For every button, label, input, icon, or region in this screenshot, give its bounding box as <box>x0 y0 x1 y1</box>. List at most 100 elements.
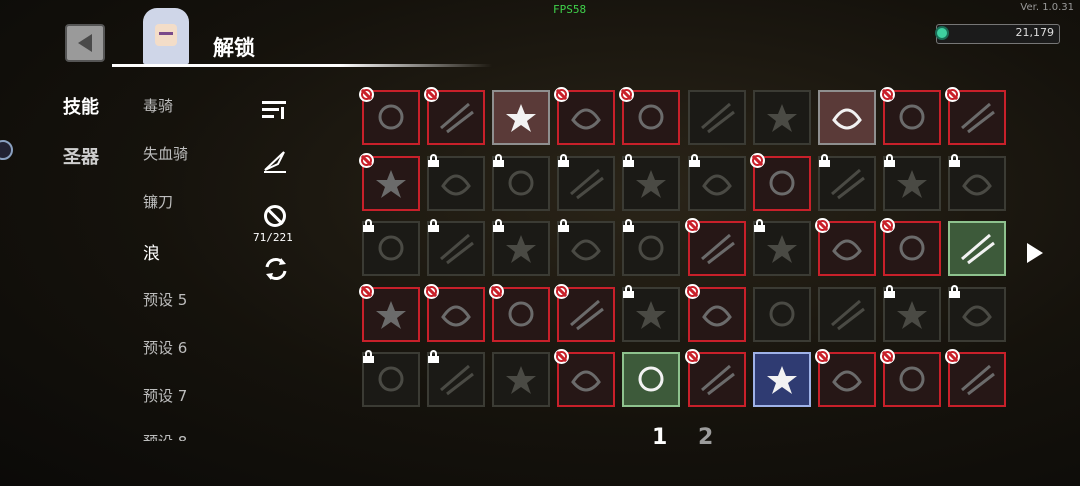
skill-slot[interactable] <box>554 284 615 342</box>
gem-currency: 21,179 <box>935 24 1060 44</box>
page-button-1[interactable]: 1 <box>652 425 667 450</box>
skill-slot[interactable] <box>619 87 680 145</box>
skill-slot[interactable] <box>883 285 941 342</box>
disabled-badge-icon <box>619 87 634 102</box>
next-page-arrow-icon[interactable] <box>1027 243 1043 263</box>
skill-slot[interactable] <box>685 218 746 276</box>
skill-slot[interactable] <box>492 154 550 211</box>
disabled-badge-icon <box>359 153 374 168</box>
skill-slot[interactable] <box>557 219 615 276</box>
preset-item-6[interactable]: 预设 6 <box>143 337 187 358</box>
preset-item-5[interactable]: 预设 5 <box>143 289 187 310</box>
disabled-badge-icon <box>880 349 895 364</box>
disabled-badge-icon <box>554 284 569 299</box>
skill-slot[interactable] <box>622 285 680 342</box>
side-menu-handle-icon[interactable] <box>0 140 13 160</box>
skill-slot[interactable] <box>688 90 746 145</box>
skill-slot[interactable] <box>815 349 876 407</box>
lock-icon <box>362 219 375 232</box>
skill-glyph-icon <box>701 233 735 265</box>
skill-slot[interactable] <box>753 219 811 276</box>
skill-slot[interactable] <box>753 90 811 145</box>
skill-slot[interactable] <box>753 352 811 407</box>
preset-item-7[interactable]: 预设 7 <box>143 385 187 406</box>
skill-glyph-icon <box>832 239 862 261</box>
skill-slot[interactable] <box>554 87 615 145</box>
skill-slot[interactable] <box>818 154 876 211</box>
tab-skills[interactable]: 技能 <box>63 93 99 119</box>
disabled-badge-icon <box>554 87 569 102</box>
quill-icon[interactable] <box>262 148 288 174</box>
skill-slot[interactable] <box>427 350 485 407</box>
skill-slot[interactable] <box>883 154 941 211</box>
tab-relics[interactable]: 圣器 <box>63 143 99 169</box>
skill-slot[interactable] <box>880 218 941 276</box>
skill-slot[interactable] <box>685 284 746 342</box>
unlock-count: 71/221 <box>253 231 293 244</box>
lock-icon <box>492 154 505 167</box>
disabled-badge-icon <box>685 349 700 364</box>
skill-slot[interactable] <box>557 154 615 211</box>
skill-slot[interactable] <box>492 352 550 407</box>
skill-slot[interactable] <box>492 90 550 145</box>
disabled-badge-icon <box>489 284 504 299</box>
skill-slot[interactable] <box>622 154 680 211</box>
skill-slot[interactable] <box>362 350 420 407</box>
skill-glyph-icon <box>701 364 735 396</box>
disabled-badge-icon <box>359 87 374 102</box>
disabled-badge-icon <box>554 349 569 364</box>
lock-icon <box>427 350 440 363</box>
skill-slot[interactable] <box>492 219 550 276</box>
skill-slot[interactable] <box>622 219 680 276</box>
skill-slot[interactable] <box>948 221 1006 276</box>
refresh-icon[interactable] <box>262 255 290 283</box>
skill-slot[interactable] <box>362 219 420 276</box>
skill-slot[interactable] <box>489 284 550 342</box>
disabled-badge-icon <box>424 87 439 102</box>
skill-slot[interactable] <box>427 154 485 211</box>
skill-slot[interactable] <box>948 154 1006 211</box>
title-underline <box>112 64 492 67</box>
ban-filter-icon[interactable] <box>264 205 286 227</box>
skill-glyph-icon <box>441 305 471 327</box>
disabled-badge-icon <box>359 284 374 299</box>
gem-amount: 21,179 <box>1015 26 1055 39</box>
skill-slot[interactable] <box>359 284 420 342</box>
skill-slot[interactable] <box>424 87 485 145</box>
skill-slot[interactable] <box>424 284 485 342</box>
preset-item-3[interactable]: 镰刀 <box>143 191 173 212</box>
skill-slot[interactable] <box>427 219 485 276</box>
skill-slot[interactable] <box>359 153 420 211</box>
preset-item-4[interactable]: 浪 <box>143 239 160 264</box>
skill-slot[interactable] <box>622 352 680 407</box>
back-button[interactable] <box>65 24 105 62</box>
sort-icon[interactable] <box>262 101 288 121</box>
skill-slot[interactable] <box>945 87 1006 145</box>
skill-slot[interactable] <box>880 349 941 407</box>
disabled-badge-icon <box>685 284 700 299</box>
lock-icon <box>622 154 635 167</box>
skill-slot[interactable] <box>688 154 746 211</box>
skill-glyph-icon <box>769 301 795 327</box>
skill-slot[interactable] <box>818 90 876 145</box>
preset-item-1[interactable]: 毒骑 <box>143 95 173 116</box>
disabled-badge-icon <box>815 218 830 233</box>
skill-slot[interactable] <box>753 287 811 342</box>
preset-item-2[interactable]: 失血骑 <box>143 143 188 164</box>
skill-slot[interactable] <box>948 285 1006 342</box>
lock-icon <box>427 154 440 167</box>
page-button-2[interactable]: 2 <box>698 425 713 450</box>
skill-glyph-icon <box>506 366 536 394</box>
skill-slot[interactable] <box>945 349 1006 407</box>
skill-slot[interactable] <box>815 218 876 276</box>
skill-glyph-icon <box>508 301 534 327</box>
skill-slot[interactable] <box>818 287 876 342</box>
skill-slot[interactable] <box>880 87 941 145</box>
skill-slot[interactable] <box>750 153 811 211</box>
skill-slot[interactable] <box>554 349 615 407</box>
skill-slot[interactable] <box>359 87 420 145</box>
preset-item-8[interactable]: 预设 8 <box>143 431 187 441</box>
skill-glyph-icon <box>832 108 862 130</box>
lock-icon <box>492 219 505 232</box>
skill-slot[interactable] <box>685 349 746 407</box>
